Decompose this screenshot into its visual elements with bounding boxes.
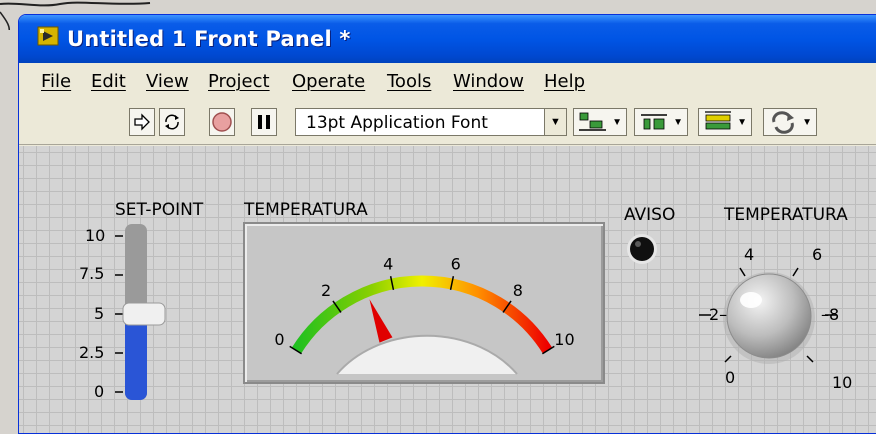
slider-graphic: [115, 224, 166, 400]
chevron-down-icon: ▼: [802, 117, 812, 128]
pause-icon: [258, 115, 270, 129]
aviso-led[interactable]: [625, 232, 659, 266]
menu-operate[interactable]: Operate: [292, 71, 365, 92]
slider-tick-label: 0: [94, 382, 105, 401]
menu-edit[interactable]: Edit: [91, 71, 126, 92]
font-selector[interactable]: 13pt Application Font ▼: [295, 108, 567, 136]
reorder-button[interactable]: ▼: [763, 108, 817, 136]
slider-tick-label: 10: [85, 226, 106, 245]
gauge-tick-label: 4: [383, 254, 393, 273]
toolbar: 13pt Application Font ▼ ▼ ▼ ▼ ▼: [19, 99, 876, 145]
abort-button[interactable]: [209, 108, 235, 136]
menu-file[interactable]: File: [41, 71, 71, 92]
gauge-hub: [336, 334, 518, 375]
run-arrow-icon: [134, 113, 150, 131]
labview-app-icon: [37, 26, 59, 46]
chevron-down-icon: ▼: [737, 117, 747, 128]
resize-objects-icon: [705, 111, 731, 130]
gauge-tick-label: 10: [554, 330, 574, 349]
chevron-down-icon: ▼: [673, 117, 683, 128]
gauge-needle: [369, 299, 393, 343]
window-title: Untitled 1 Front Panel *: [67, 27, 351, 51]
reorder-icon: [772, 111, 794, 134]
front-panel-canvas: SET-POINT 10 7.5 5 2.5 0 TEMPERATURA 0 2…: [19, 146, 876, 433]
font-selector-value: 13pt Application Font: [306, 113, 488, 133]
menu-bar: File Edit View Project Operate Tools Win…: [19, 63, 876, 99]
chevron-down-icon: ▼: [612, 117, 622, 128]
align-objects-icon: [579, 112, 606, 131]
menu-view[interactable]: View: [146, 71, 189, 92]
slider-tick-label: 5: [94, 304, 105, 323]
gauge-label: TEMPERATURA: [244, 200, 368, 220]
slider-tick-label: 2.5: [79, 343, 105, 362]
led-label: AVISO: [624, 205, 676, 225]
knob-tick-label: 6: [812, 245, 823, 264]
align-objects-button[interactable]: ▼: [573, 108, 627, 136]
slider-tick-label: 7.5: [79, 264, 105, 283]
knob-tick-label: 10: [832, 373, 853, 392]
knob-label: TEMPERATURA: [724, 205, 848, 225]
abort-icon: [212, 112, 232, 132]
menu-project[interactable]: Project: [208, 71, 270, 92]
run-continuously-icon: [165, 114, 179, 130]
temperature-gauge: 0 2 4 6 8 10: [243, 222, 605, 384]
title-bar[interactable]: Untitled 1 Front Panel *: [19, 15, 876, 63]
slider-fill: [125, 314, 147, 400]
temperature-knob[interactable]: 0 2– 4 6 –8 10: [679, 238, 859, 398]
gauge-tick-label: 6: [451, 254, 461, 273]
menu-window[interactable]: Window: [453, 71, 524, 92]
run-continuously-button[interactable]: [159, 108, 185, 136]
gauge-tick-label: 2: [321, 281, 331, 300]
knob-tick-label: 0: [725, 368, 736, 387]
menu-tools[interactable]: Tools: [387, 71, 431, 92]
resize-objects-button[interactable]: ▼: [698, 108, 752, 136]
pause-button[interactable]: [251, 108, 277, 136]
distribute-objects-icon: [641, 114, 667, 130]
knob-tick-label: 4: [744, 245, 755, 264]
menu-help[interactable]: Help: [544, 71, 585, 92]
chevron-down-icon[interactable]: ▼: [544, 109, 566, 135]
front-panel-window: Untitled 1 Front Panel * File Edit View …: [18, 14, 876, 434]
gauge-tick-label: 8: [513, 281, 523, 300]
distribute-objects-button[interactable]: ▼: [634, 108, 688, 136]
gauge-tick-label: 0: [274, 330, 284, 349]
slider-label: SET-POINT: [115, 200, 204, 220]
knob-tick-label: –8: [821, 305, 840, 324]
knob-tick-label: 2–: [709, 305, 728, 324]
run-button[interactable]: [129, 108, 155, 136]
setpoint-slider[interactable]: 10 7.5 5 2.5 0: [79, 222, 189, 402]
slider-thumb[interactable]: [122, 302, 166, 326]
gauge-face: 0 2 4 6 8 10: [274, 254, 575, 375]
